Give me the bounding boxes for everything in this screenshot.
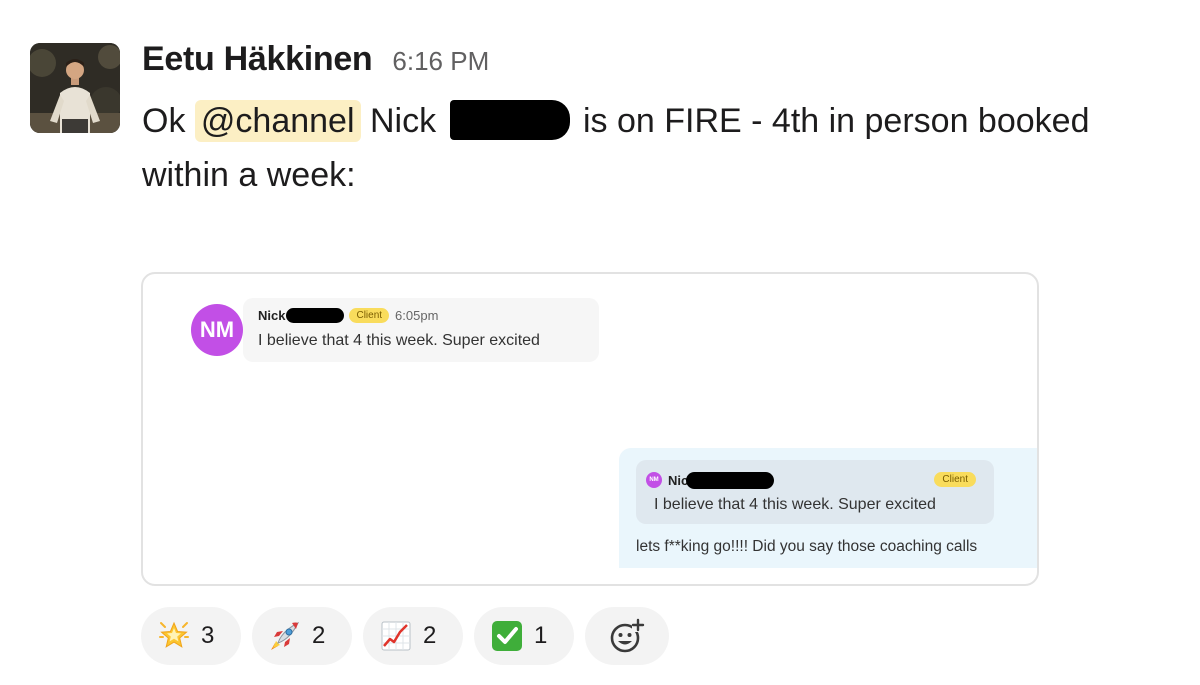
rocket-icon (268, 619, 302, 653)
message-text-name: Nick (360, 102, 446, 140)
quoted-name-row: Nic (668, 472, 775, 489)
user-avatar-photo (30, 43, 120, 133)
reaction-chart-increasing[interactable]: 2 (363, 607, 463, 665)
redaction-mark (449, 100, 570, 140)
client-badge: Client (349, 308, 390, 323)
chart-increasing-icon (379, 619, 413, 653)
message-header: Eetu Häkkinen 6:16 PM (142, 40, 489, 79)
client-message-header: Nick Client 6:05pm (258, 308, 438, 323)
reaction-count: 3 (201, 622, 215, 649)
glowing-star-icon (157, 619, 191, 653)
message-timestamp[interactable]: 6:16 PM (392, 46, 489, 77)
contact-avatar: NM (191, 304, 243, 356)
client-message-text: I believe that 4 this week. Super excite… (258, 332, 540, 349)
quoted-name: Nic (668, 473, 689, 488)
reaction-glowing-star[interactable]: 3 (141, 607, 241, 665)
quoted-avatar: NM (646, 472, 662, 488)
reaction-rocket[interactable]: 2 (252, 607, 352, 665)
redaction-mark (286, 308, 345, 323)
add-emoji-icon (610, 618, 645, 653)
message-text: Ok @channel Nick is on FIRE - 4th in per… (142, 94, 1182, 202)
client-name: Nick (258, 308, 286, 323)
reaction-count: 2 (312, 622, 326, 649)
redaction-mark (686, 472, 775, 489)
add-reaction-button[interactable] (585, 607, 669, 665)
client-message-bubble: Nick Client 6:05pm I believe that 4 this… (243, 298, 599, 362)
reactions-bar: 3 2 2 1 (141, 607, 669, 665)
reaction-check-mark[interactable]: 1 (474, 607, 574, 665)
channel-mention[interactable]: @channel (194, 100, 361, 142)
sender-name[interactable]: Eetu Häkkinen (142, 40, 373, 79)
check-mark-button-icon (490, 619, 524, 653)
user-avatar[interactable] (30, 43, 120, 133)
image-attachment[interactable]: NM Nick Client 6:05pm I believe that 4 t… (141, 272, 1039, 586)
reaction-count: 1 (534, 622, 548, 649)
message-text-lead: Ok (142, 102, 195, 140)
quoted-text: I believe that 4 this week. Super excite… (654, 496, 936, 513)
reaction-count: 2 (423, 622, 437, 649)
reply-panel: NM Nic Client I believe that 4 this week… (619, 448, 1037, 568)
quoted-client-badge: Client (934, 472, 976, 487)
quoted-message: NM Nic Client I believe that 4 this week… (636, 460, 994, 524)
client-message-time: 6:05pm (395, 308, 439, 323)
reply-text: lets f**king go!!!! Did you say those co… (636, 538, 978, 555)
